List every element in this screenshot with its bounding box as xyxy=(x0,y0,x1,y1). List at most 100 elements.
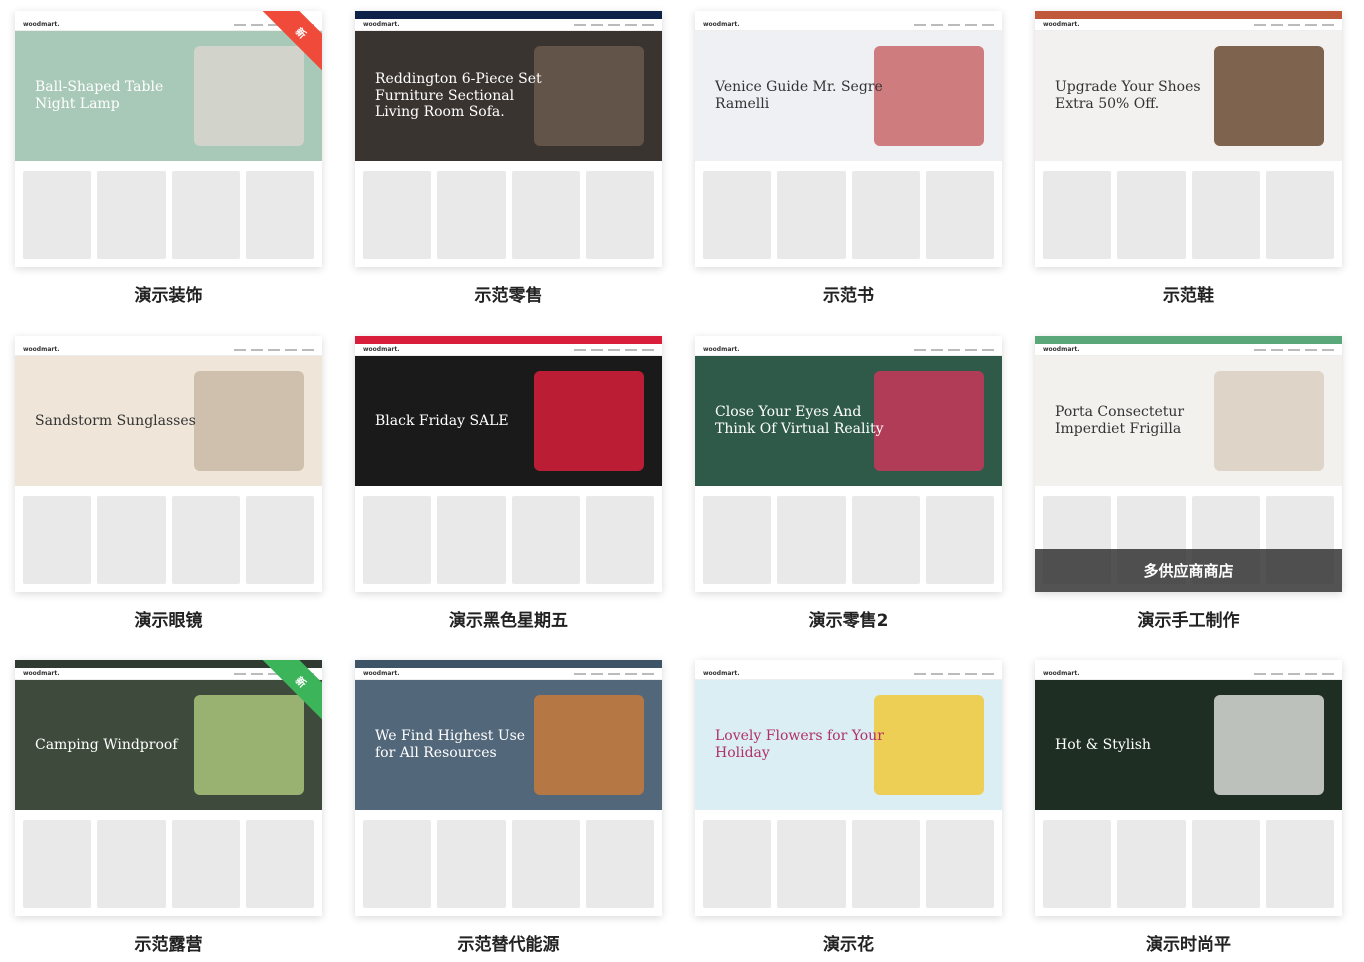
demo-thumbnail[interactable]: woodmart. Venice Guide Mr. Segre Ramelli xyxy=(695,11,1002,267)
hero-headline: We Find Highest Use for All Resources xyxy=(375,728,526,761)
demo-card[interactable]: woodmart. Sandstorm Sunglasses 演示眼镜 xyxy=(15,336,322,631)
product-grid xyxy=(23,820,314,908)
demo-caption[interactable]: 演示装饰 xyxy=(15,281,322,306)
demo-caption[interactable]: 演示黑色星期五 xyxy=(355,606,662,631)
demo-card[interactable]: woodmart. Venice Guide Mr. Segre Ramelli… xyxy=(695,11,1002,306)
site-header: woodmart. xyxy=(15,344,322,356)
demo-card[interactable]: woodmart. Close Your Eyes And Think Of V… xyxy=(695,336,1002,631)
logo: woodmart. xyxy=(703,21,740,28)
demo-thumbnail[interactable]: woodmart. Camping Windproof 新 xyxy=(15,660,322,916)
top-bar xyxy=(355,336,662,344)
logo: woodmart. xyxy=(703,670,740,677)
demo-card[interactable]: woodmart. Upgrade Your Shoes Extra 50% O… xyxy=(1035,11,1342,306)
hero-image xyxy=(194,46,304,146)
demo-caption[interactable]: 示范零售 xyxy=(355,281,662,306)
hero-banner: Hot & Stylish xyxy=(1035,680,1342,810)
top-bar xyxy=(15,336,322,344)
site-header: woodmart. xyxy=(695,668,1002,680)
hero-banner: Venice Guide Mr. Segre Ramelli xyxy=(695,31,1002,161)
product-grid xyxy=(23,496,314,584)
hero-image xyxy=(1214,46,1324,146)
hero-image xyxy=(874,695,984,795)
hero-banner: Upgrade Your Shoes Extra 50% Off. xyxy=(1035,31,1342,161)
demo-card[interactable]: woodmart. Hot & Stylish 演示时尚平 xyxy=(1035,660,1342,955)
hero-banner: Close Your Eyes And Think Of Virtual Rea… xyxy=(695,356,1002,486)
demo-caption[interactable]: 示范露营 xyxy=(15,930,322,955)
product-grid xyxy=(363,820,654,908)
demo-thumbnail[interactable]: woodmart. We Find Highest Use for All Re… xyxy=(355,660,662,916)
demo-caption[interactable]: 演示眼镜 xyxy=(15,606,322,631)
hero-image xyxy=(874,371,984,471)
site-header: woodmart. xyxy=(1035,19,1342,31)
top-bar xyxy=(355,660,662,668)
product-grid xyxy=(363,171,654,259)
hero-image xyxy=(1214,695,1324,795)
logo: woodmart. xyxy=(23,346,60,353)
logo: woodmart. xyxy=(1043,21,1080,28)
demo-caption[interactable]: 演示花 xyxy=(695,930,1002,955)
demo-card[interactable]: woodmart. We Find Highest Use for All Re… xyxy=(355,660,662,955)
demo-thumbnail[interactable]: woodmart. Sandstorm Sunglasses xyxy=(15,336,322,592)
demo-thumbnail[interactable]: woodmart. Black Friday SALE xyxy=(355,336,662,592)
hero-headline: Close Your Eyes And Think Of Virtual Rea… xyxy=(715,404,884,437)
demo-caption[interactable]: 演示时尚平 xyxy=(1035,930,1342,955)
demo-caption[interactable]: 演示手工制作 xyxy=(1035,606,1342,631)
hero-headline: Upgrade Your Shoes Extra 50% Off. xyxy=(1055,79,1201,112)
site-header: woodmart. xyxy=(355,344,662,356)
demo-thumbnail[interactable]: woodmart. Lovely Flowers for Your Holida… xyxy=(695,660,1002,916)
hero-banner: Reddington 6-Piece Set Furniture Section… xyxy=(355,31,662,161)
demo-card[interactable]: woodmart. Reddington 6-Piece Set Furnitu… xyxy=(355,11,662,306)
demo-card[interactable]: woodmart. Ball-Shaped Table Night Lamp 新… xyxy=(15,11,322,306)
hero-banner: Black Friday SALE xyxy=(355,356,662,486)
hero-banner: Ball-Shaped Table Night Lamp xyxy=(15,31,322,161)
hero-image xyxy=(534,695,644,795)
product-grid xyxy=(363,496,654,584)
logo: woodmart. xyxy=(23,670,60,677)
site-header: woodmart. xyxy=(1035,344,1342,356)
hero-headline: Black Friday SALE xyxy=(375,412,509,429)
demo-thumbnail[interactable]: woodmart. Close Your Eyes And Think Of V… xyxy=(695,336,1002,592)
hero-image xyxy=(194,695,304,795)
demo-thumbnail[interactable]: woodmart. Reddington 6-Piece Set Furnitu… xyxy=(355,11,662,267)
demo-thumbnail[interactable]: woodmart. Porta Consectetur Imperdiet Fr… xyxy=(1035,336,1342,592)
demo-caption[interactable]: 示范替代能源 xyxy=(355,930,662,955)
top-bar xyxy=(1035,11,1342,19)
hero-image xyxy=(534,371,644,471)
hero-headline: Ball-Shaped Table Night Lamp xyxy=(35,79,164,112)
product-grid xyxy=(703,171,994,259)
logo: woodmart. xyxy=(1043,346,1080,353)
hero-headline: Hot & Stylish xyxy=(1055,736,1151,753)
hero-headline: Sandstorm Sunglasses xyxy=(35,412,196,429)
multi-vendor-overlay[interactable]: 多供应商商店 xyxy=(1035,549,1342,592)
demo-thumbnail[interactable]: woodmart. Hot & Stylish xyxy=(1035,660,1342,916)
hero-banner: Porta Consectetur Imperdiet Frigilla xyxy=(1035,356,1342,486)
demo-caption[interactable]: 示范鞋 xyxy=(1035,281,1342,306)
logo: woodmart. xyxy=(23,21,60,28)
top-bar xyxy=(695,11,1002,19)
demo-thumbnail[interactable]: woodmart. Ball-Shaped Table Night Lamp 新 xyxy=(15,11,322,267)
hero-image xyxy=(1214,371,1324,471)
site-header: woodmart. xyxy=(355,19,662,31)
hero-image xyxy=(874,46,984,146)
logo: woodmart. xyxy=(363,670,400,677)
hero-banner: Sandstorm Sunglasses xyxy=(15,356,322,486)
demo-caption[interactable]: 演示零售2 xyxy=(695,606,1002,631)
demo-thumbnail[interactable]: woodmart. Upgrade Your Shoes Extra 50% O… xyxy=(1035,11,1342,267)
hero-banner: Camping Windproof xyxy=(15,680,322,810)
demo-card[interactable]: woodmart. Black Friday SALE 演示黑色星期五 xyxy=(355,336,662,631)
hero-banner: We Find Highest Use for All Resources xyxy=(355,680,662,810)
product-grid xyxy=(703,820,994,908)
hero-headline: Reddington 6-Piece Set Furniture Section… xyxy=(375,70,542,121)
top-bar xyxy=(355,11,662,19)
product-grid xyxy=(1043,820,1334,908)
hero-image xyxy=(534,46,644,146)
demo-card[interactable]: woodmart. Camping Windproof 新 示范露营 xyxy=(15,660,322,955)
top-bar xyxy=(1035,336,1342,344)
demo-card[interactable]: woodmart. Porta Consectetur Imperdiet Fr… xyxy=(1035,336,1342,631)
demo-card[interactable]: woodmart. Lovely Flowers for Your Holida… xyxy=(695,660,1002,955)
top-bar xyxy=(695,336,1002,344)
demo-caption[interactable]: 示范书 xyxy=(695,281,1002,306)
site-header: woodmart. xyxy=(695,19,1002,31)
site-header: woodmart. xyxy=(1035,668,1342,680)
top-bar xyxy=(1035,660,1342,668)
